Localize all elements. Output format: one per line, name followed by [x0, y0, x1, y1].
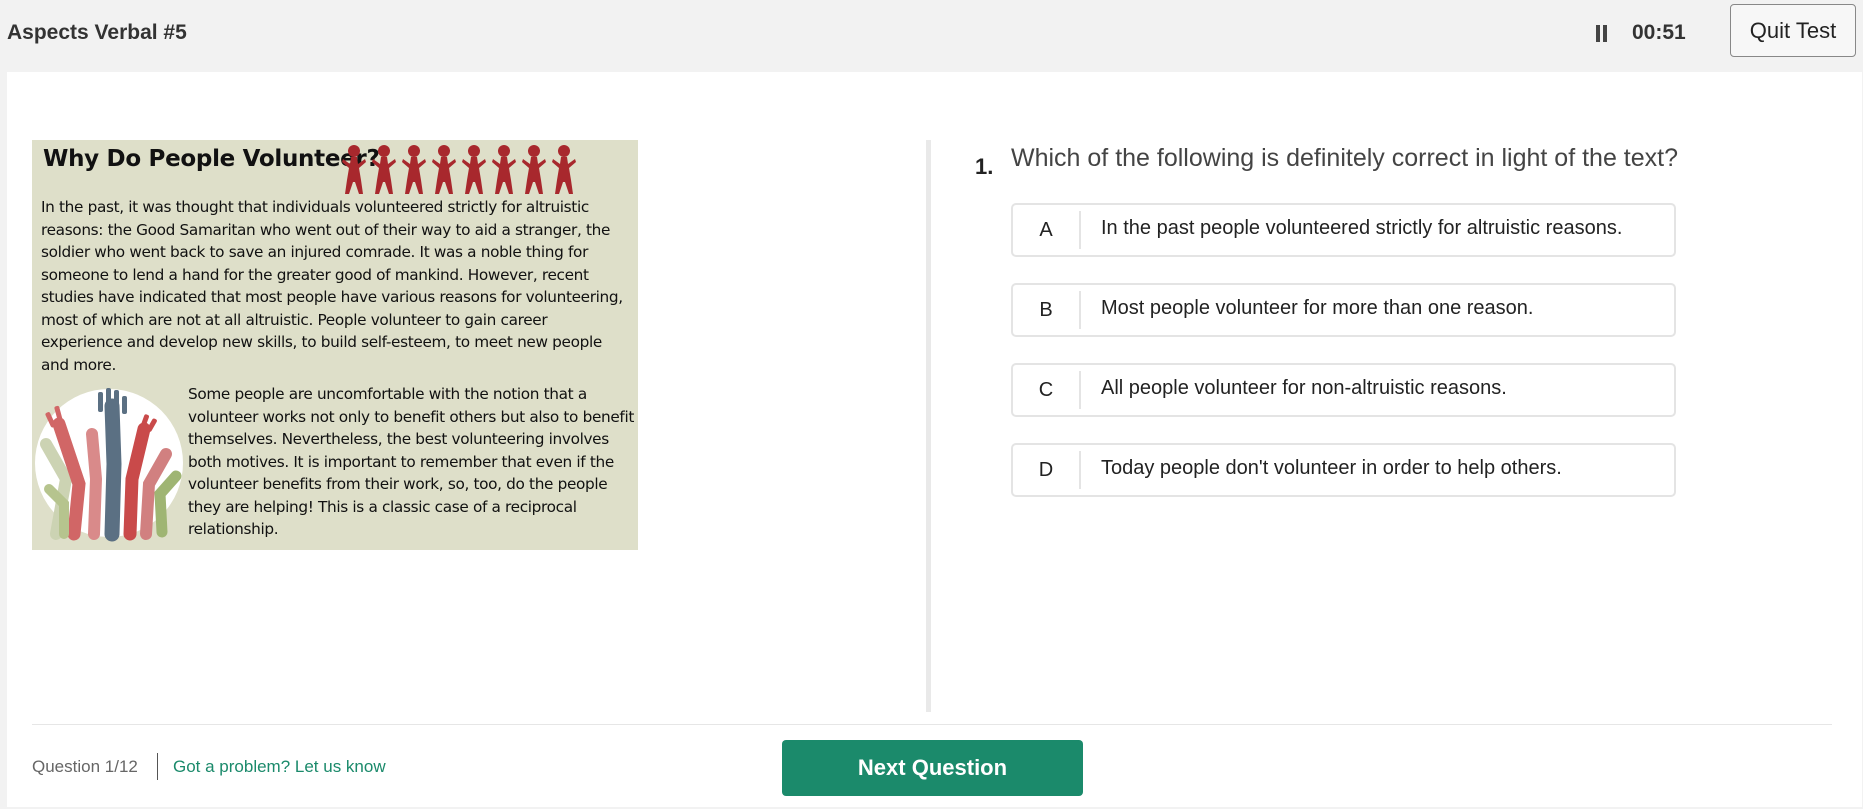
pause-icon[interactable]: [1594, 22, 1608, 44]
answer-option-d[interactable]: D Today people don't volunteer in order …: [1011, 443, 1676, 497]
timer: 00:51: [1632, 21, 1686, 44]
answer-option-a[interactable]: A In the past people volunteered strictl…: [1011, 203, 1676, 257]
option-text: All people volunteer for non-altruistic …: [1101, 377, 1507, 399]
option-text: Most people volunteer for more than one …: [1101, 297, 1534, 319]
option-separator: [1079, 211, 1081, 249]
option-text: In the past people volunteered strictly …: [1101, 217, 1623, 239]
footer-separator: [157, 753, 158, 780]
option-separator: [1079, 451, 1081, 489]
question-progress: Question 1/12: [32, 757, 138, 776]
top-bar: Aspects Verbal #5 00:51 Quit Test: [0, 0, 1863, 70]
option-letter: A: [1039, 218, 1053, 241]
test-title: Aspects Verbal #5: [7, 21, 187, 44]
answer-option-b[interactable]: B Most people volunteer for more than on…: [1011, 283, 1676, 337]
question-number: 1.: [975, 154, 994, 179]
report-problem-link[interactable]: Got a problem? Let us know: [173, 757, 386, 777]
option-separator: [1079, 291, 1081, 329]
next-question-button[interactable]: Next Question: [782, 740, 1083, 796]
quit-test-button[interactable]: Quit Test: [1730, 4, 1856, 57]
option-letter: B: [1039, 298, 1053, 321]
column-divider[interactable]: [926, 140, 931, 712]
raised-hands-illustration: [35, 388, 183, 542]
paper-people-chain-illustration: [342, 145, 576, 194]
option-letter: C: [1038, 378, 1054, 401]
passage-image: Why Do People Volunteer? In the past, it…: [32, 140, 638, 550]
answer-option-c[interactable]: C All people volunteer for non-altruisti…: [1011, 363, 1676, 417]
footer-divider: [32, 724, 1832, 725]
passage-paragraph-2: Some people are uncomfortable with the n…: [188, 385, 634, 538]
option-letter: D: [1038, 458, 1054, 481]
option-text: Today people don't volunteer in order to…: [1101, 457, 1562, 479]
question-text: Which of the following is definitely cor…: [1011, 144, 1678, 172]
passage-paragraph-1: In the past, it was thought that individ…: [41, 198, 623, 374]
passage-title: Why Do People Volunteer?: [43, 146, 380, 172]
option-separator: [1079, 371, 1081, 409]
